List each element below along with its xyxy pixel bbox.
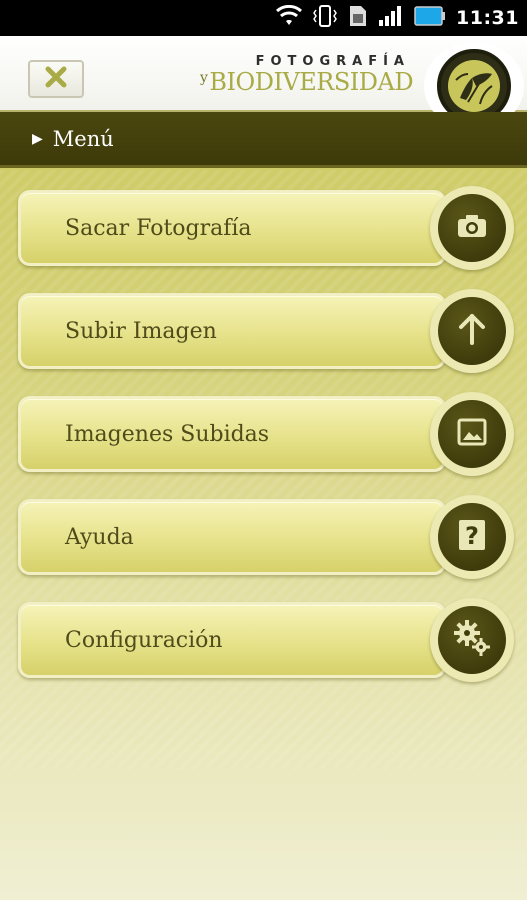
upload-arrow-icon — [457, 313, 487, 349]
gallery-button[interactable] — [430, 392, 514, 476]
menu-title: Menú — [52, 126, 114, 151]
triangle-right-icon: ▶ — [32, 130, 43, 147]
settings-gears-icon — [452, 618, 492, 662]
menu-header-bar: ▶ Menú — [0, 112, 527, 168]
sim-icon — [348, 4, 368, 32]
menu-item-imagenes-subidas[interactable]: Imagenes Subidas — [18, 396, 446, 472]
help-icon: ? — [457, 518, 487, 556]
status-bar: 11:31 — [0, 0, 527, 36]
logo-line1: FOTOGRAFÍA — [255, 54, 410, 69]
menu-item-label: Imagenes Subidas — [65, 421, 270, 447]
wifi-icon — [276, 4, 303, 31]
vibrate-icon — [312, 4, 338, 32]
camera-icon — [457, 214, 487, 242]
close-icon — [43, 64, 69, 94]
menu-item-label: Sacar Fotografía — [65, 215, 252, 241]
camera-button[interactable] — [430, 186, 514, 270]
upload-button[interactable] — [430, 289, 514, 373]
menu-item-label: Ayuda — [65, 524, 134, 550]
logo-line2-wrap: yBIODIVERSIDAD — [200, 68, 414, 99]
battery-icon — [414, 5, 446, 31]
menu-item-configuracion[interactable]: Configuración — [18, 602, 446, 678]
logo-connector: y — [200, 70, 208, 86]
menu-item-ayuda[interactable]: Ayuda — [18, 499, 446, 575]
menu-item-sacar-fotografia[interactable]: Sacar Fotografía — [18, 190, 446, 266]
menu-item-label: Configuración — [65, 627, 223, 653]
app-logo-text: FOTOGRAFÍA yBIODIVERSIDAD — [200, 54, 414, 99]
menu-item-label: Subir Imagen — [65, 318, 217, 344]
svg-text:?: ? — [465, 522, 479, 550]
signal-icon — [378, 5, 404, 31]
status-time: 11:31 — [456, 7, 519, 29]
close-button[interactable] — [28, 60, 84, 98]
image-gallery-icon — [457, 418, 487, 450]
help-button[interactable]: ? — [430, 495, 514, 579]
settings-button[interactable] — [430, 598, 514, 682]
menu-item-subir-imagen[interactable]: Subir Imagen — [18, 293, 446, 369]
logo-line2: BIODIVERSIDAD — [209, 68, 414, 96]
